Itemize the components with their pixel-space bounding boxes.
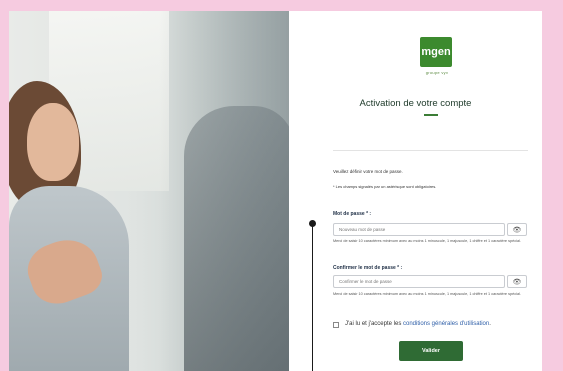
page-title: Activation de votre compte — [359, 98, 472, 109]
eye-icon: 👁 — [512, 278, 522, 286]
title-underline — [424, 114, 438, 116]
confirm-password-label: Confirmer le mot de passe * : — [333, 265, 403, 271]
hero-photo — [9, 11, 289, 371]
terms-checkbox[interactable] — [333, 322, 339, 328]
divider — [333, 150, 528, 151]
terms-suffix: . — [489, 321, 491, 327]
submit-button[interactable]: Valider — [399, 341, 463, 361]
mgen-logo: mgen — [420, 37, 452, 67]
terms-prefix: J'ai lu et j'accepte les — [345, 321, 403, 327]
page-frame: mgen groupe vyv Activation de votre comp… — [9, 11, 542, 371]
logo-subtitle: groupe vyv — [425, 70, 449, 75]
eye-icon: 👁 — [512, 226, 522, 234]
show-password-button[interactable]: 👁 — [507, 223, 527, 236]
terms-label: J'ai lu et j'accepte les conditions géné… — [345, 321, 491, 327]
show-confirm-password-button[interactable]: 👁 — [507, 275, 527, 288]
confirm-password-hint: Merci de saisir 10 caractères minimum av… — [333, 292, 521, 296]
logo-text: mgen — [421, 46, 451, 58]
confirm-password-field[interactable] — [333, 275, 505, 288]
activation-form: mgen groupe vyv Activation de votre comp… — [289, 11, 542, 371]
form-intro: Veuillez définir votre mot de passe. — [333, 169, 403, 174]
annotation-line — [312, 223, 313, 371]
required-note: * Les champs signalés par un astérisque … — [333, 184, 437, 189]
password-field[interactable] — [333, 223, 505, 236]
password-label: Mot de passe * : — [333, 211, 372, 217]
password-hint: Merci de saisir 10 caractères minimum av… — [333, 239, 521, 243]
terms-link[interactable]: conditions générales d'utilisation — [403, 321, 489, 327]
